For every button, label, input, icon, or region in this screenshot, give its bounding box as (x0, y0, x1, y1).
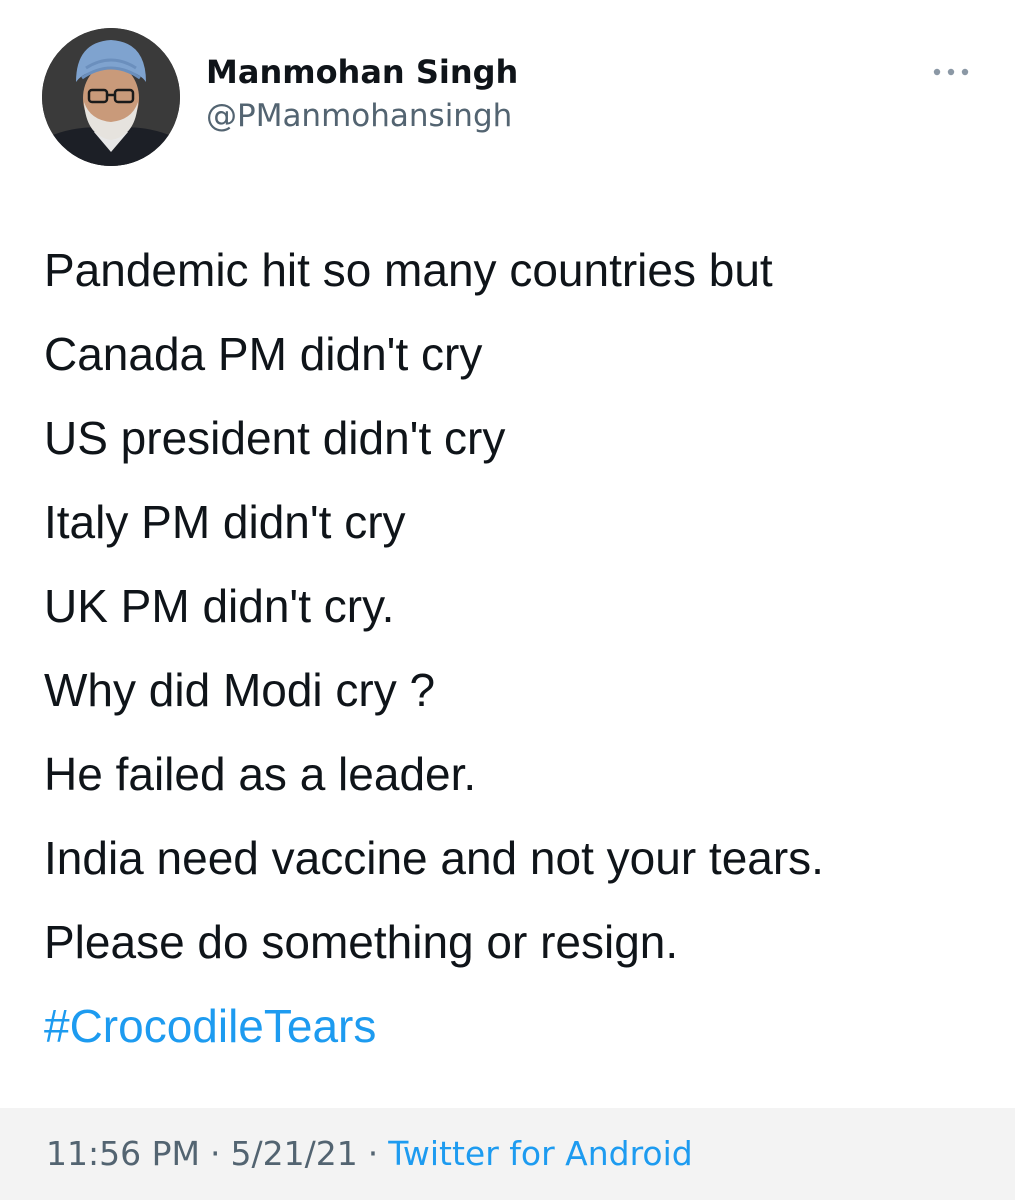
hashtag-link[interactable]: #CrocodileTears (44, 984, 376, 1068)
tweet-text-line: Italy PM didn't cry (44, 496, 406, 548)
tweet-header: Manmohan Singh @PManmohansingh (42, 28, 982, 168)
tweet-text-line: Canada PM didn't cry (44, 328, 483, 380)
tweet-metadata: 11:56 PM · 5/21/21 · Twitter for Android (46, 1132, 693, 1176)
author-info: Manmohan Singh @PManmohansingh (206, 50, 518, 138)
avatar-image (42, 28, 180, 166)
tweet-text-line: He failed as a leader. (44, 748, 477, 800)
more-horizontal-icon (933, 68, 969, 76)
tweet-text-line: Please do something or resign. (44, 916, 679, 968)
tweet-text-line: Why did Modi cry ? (44, 664, 436, 716)
tweet-footer: 11:56 PM · 5/21/21 · Twitter for Android (0, 1108, 1015, 1200)
tweet-text-line: UK PM didn't cry. (44, 580, 395, 632)
meta-separator: · (209, 1134, 221, 1173)
tweet-text-line: India need vaccine and not your tears. (44, 832, 824, 884)
meta-separator: · (367, 1134, 379, 1173)
more-options-button[interactable] (928, 58, 974, 86)
tweet-date[interactable]: 5/21/21 (230, 1134, 357, 1173)
tweet-text: Pandemic hit so many countries but Canad… (44, 228, 984, 1068)
tweet-text-line: US president didn't cry (44, 412, 506, 464)
tweet-card: Manmohan Singh @PManmohansingh Pandemic … (0, 0, 1015, 1200)
tweet-source-link[interactable]: Twitter for Android (388, 1134, 693, 1173)
tweet-text-line: Pandemic hit so many countries but (44, 244, 773, 296)
author-display-name[interactable]: Manmohan Singh (206, 50, 518, 94)
author-handle[interactable]: @PManmohansingh (206, 94, 518, 138)
avatar[interactable] (42, 28, 180, 166)
tweet-time[interactable]: 11:56 PM (46, 1134, 200, 1173)
